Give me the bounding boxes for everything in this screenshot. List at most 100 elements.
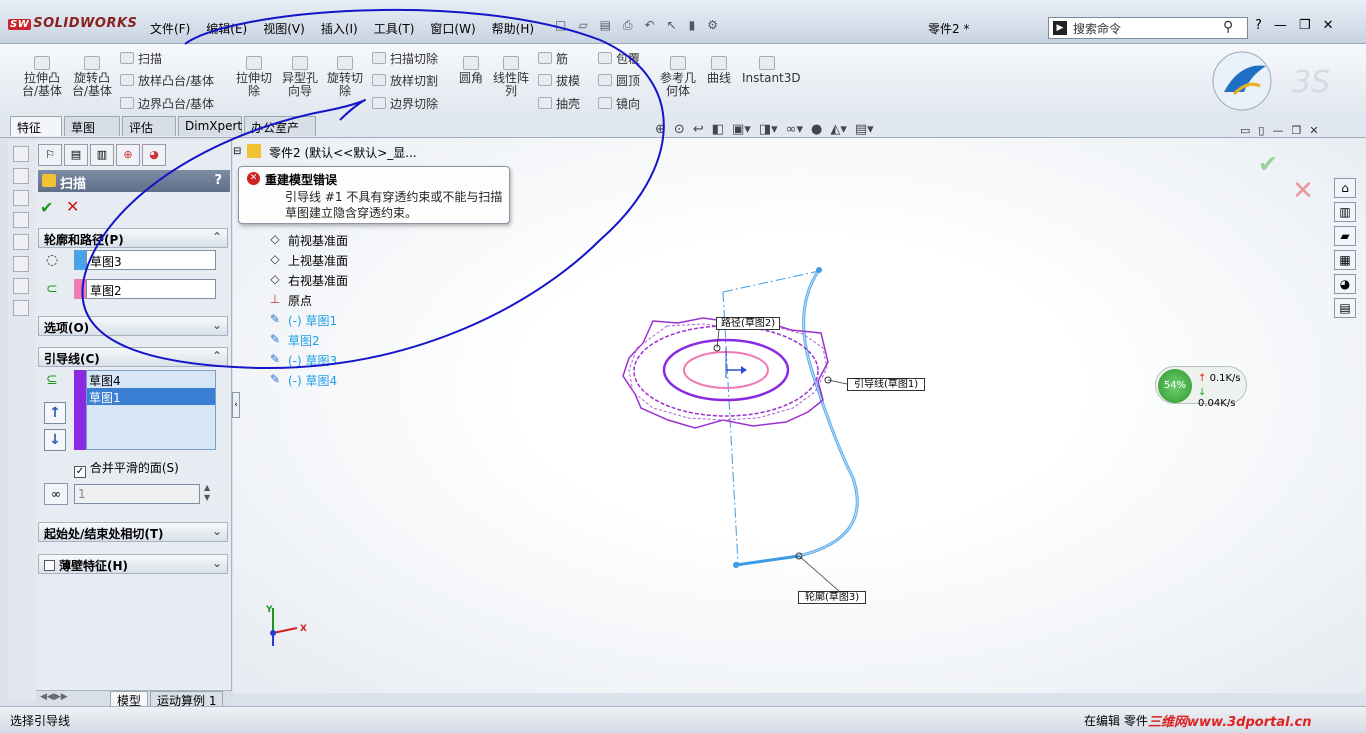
previous-view-icon[interactable]: ↩ xyxy=(693,122,704,137)
appearance-icon[interactable]: ● xyxy=(811,122,822,137)
rib-button[interactable]: 筋 xyxy=(538,50,568,67)
options-icon[interactable]: ⚙ xyxy=(707,18,718,33)
menu-view[interactable]: 视图(V) xyxy=(255,18,313,40)
tree-right-plane[interactable]: 右视基准面 xyxy=(288,272,348,289)
loft-boss-button[interactable]: 放样凸台/基体 xyxy=(120,72,214,89)
guide-callout[interactable]: 引导线(草图1) xyxy=(847,378,926,391)
hole-wizard-button[interactable]: 异型孔 向导 xyxy=(280,56,320,98)
pm-help-button[interactable]: ? xyxy=(214,173,222,188)
tab-dimxpert[interactable]: DimXpert xyxy=(178,116,242,136)
display-manager-tab-icon[interactable]: ◕ xyxy=(142,144,166,166)
section-thin-feature[interactable]: 薄壁特征(H) ⌄ xyxy=(38,554,228,574)
dimxpert-tab-icon[interactable]: ⊕ xyxy=(116,144,140,166)
help-icon[interactable]: ? xyxy=(1255,18,1262,33)
folder-icon[interactable]: ▰ xyxy=(1334,226,1356,246)
tool-icon[interactable] xyxy=(13,212,29,228)
guide-curves-list[interactable]: 草图4 草图1 xyxy=(86,370,216,450)
instant3d-button[interactable]: Instant3D xyxy=(742,56,801,85)
minimize-icon[interactable]: — xyxy=(1274,18,1287,33)
section-guide-curves[interactable]: 引导线(C) ⌃ xyxy=(38,347,228,367)
revolve-cut-button[interactable]: 旋转切 除 xyxy=(325,56,365,98)
collapse-icon[interactable]: ⊟ xyxy=(233,146,241,157)
path-callout[interactable]: 路径(草图2) xyxy=(716,317,781,330)
tool-icon[interactable] xyxy=(13,190,29,206)
draft-button[interactable]: 拔模 xyxy=(538,72,580,89)
section-spin-field[interactable]: 1 xyxy=(74,484,200,504)
save-icon[interactable]: ▤ xyxy=(600,18,611,33)
menu-edit[interactable]: 编辑(E) xyxy=(198,18,255,40)
shell-button[interactable]: 抽壳 xyxy=(538,95,580,112)
tab-scroll-icon[interactable]: ◀◀▶▶ xyxy=(40,692,68,702)
doc-minimize-icon[interactable]: — xyxy=(1272,124,1283,137)
view-settings-icon[interactable]: ▤▾ xyxy=(855,122,874,137)
tree-root[interactable]: 零件2 (默认<<默认>_显... xyxy=(269,144,417,161)
tree-front-plane[interactable]: 前视基准面 xyxy=(288,232,348,249)
section-profile-path[interactable]: 轮廓和路径(P) ⌃ xyxy=(38,228,228,248)
search-input[interactable]: ▶ 搜索命令 ⚲ xyxy=(1048,17,1248,39)
menu-insert[interactable]: 插入(I) xyxy=(313,18,366,40)
extrude-cut-button[interactable]: 拉伸切 除 xyxy=(234,56,274,98)
tree-sketch3[interactable]: (-) 草图3 xyxy=(288,352,337,369)
open-icon[interactable]: ▱ xyxy=(578,18,587,33)
section-start-end-tangency[interactable]: 起始处/结束处相切(T) ⌄ xyxy=(38,522,228,542)
sweep-button[interactable]: 扫描 xyxy=(120,50,162,67)
move-down-button[interactable]: ↓ xyxy=(44,429,66,451)
tool-icon[interactable] xyxy=(13,234,29,250)
undo-icon[interactable]: ↶ xyxy=(645,18,655,33)
doc-restore-icon[interactable]: ❐ xyxy=(1291,124,1301,137)
extrude-boss-button[interactable]: 拉伸凸 台/基体 xyxy=(20,56,64,98)
search-icon[interactable]: ⚲ xyxy=(1223,19,1233,35)
list-item[interactable]: 草图4 xyxy=(87,371,215,388)
path-field[interactable]: 草图2 xyxy=(86,279,216,299)
split-icon[interactable]: ▯ xyxy=(1258,124,1264,137)
scene-icon[interactable]: ◭▾ xyxy=(830,122,847,137)
list-item[interactable]: 草图1 xyxy=(87,388,215,405)
view-palette-icon[interactable]: ▦ xyxy=(1334,250,1356,270)
view-orientation-icon[interactable]: ▣▾ xyxy=(732,122,751,137)
print-icon[interactable]: ⎙ xyxy=(623,18,633,33)
move-up-button[interactable]: ↑ xyxy=(44,402,66,424)
boundary-boss-button[interactable]: 边界凸台/基体 xyxy=(120,95,214,112)
tab-evaluate[interactable]: 评估 xyxy=(122,116,176,136)
new-icon[interactable]: □ xyxy=(555,18,566,33)
fillet-button[interactable]: 圆角 xyxy=(456,56,486,85)
appearances-icon[interactable]: ◕ xyxy=(1334,274,1356,294)
thin-feature-checkbox[interactable] xyxy=(44,560,55,571)
app-logo[interactable]: SW SOLIDWORKS xyxy=(8,16,137,31)
tree-sketch2[interactable]: 草图2 xyxy=(288,332,320,349)
resources-icon[interactable]: ▥ xyxy=(1334,202,1356,222)
tab-features[interactable]: 特征 xyxy=(10,116,62,136)
property-manager-tab-icon[interactable]: ▤ xyxy=(64,144,88,166)
menu-tools[interactable]: 工具(T) xyxy=(366,18,423,40)
confirm-corner-ok-icon[interactable]: ✔ xyxy=(1258,150,1278,178)
ref-geometry-button[interactable]: 参考几 何体 xyxy=(658,56,698,98)
menu-window[interactable]: 窗口(W) xyxy=(422,18,483,40)
tree-sketch4[interactable]: (-) 草图4 xyxy=(288,372,337,389)
cancel-icon[interactable]: ✕ xyxy=(66,197,79,216)
dome-button[interactable]: 圆顶 xyxy=(598,72,640,89)
home-icon[interactable]: ⌂ xyxy=(1334,178,1356,198)
tool-icon[interactable] xyxy=(13,146,29,162)
custom-props-icon[interactable]: ▤ xyxy=(1334,298,1356,318)
display-style-icon[interactable]: ◨▾ xyxy=(759,122,778,137)
rebuild-icon[interactable]: ▮ xyxy=(689,18,696,33)
merge-faces-option[interactable]: ✓ 合并平滑的面(S) xyxy=(74,459,179,478)
show-sections-icon[interactable]: ∞ xyxy=(44,483,68,505)
confirm-corner-cancel-icon[interactable]: ✕ xyxy=(1292,176,1314,206)
hide-show-icon[interactable]: ∞▾ xyxy=(786,122,803,137)
restore-icon[interactable]: ❐ xyxy=(1299,18,1311,33)
tab-sketch[interactable]: 草图 xyxy=(64,116,120,136)
section-view-icon[interactable]: ◧ xyxy=(712,122,724,137)
linear-pattern-button[interactable]: 线性阵 列 xyxy=(492,56,530,98)
tool-icon[interactable] xyxy=(13,168,29,184)
menu-help[interactable]: 帮助(H) xyxy=(484,18,542,40)
tree-top-plane[interactable]: 上视基准面 xyxy=(288,252,348,269)
swept-cut-button[interactable]: 扫描切除 xyxy=(372,50,438,67)
doc-close-icon[interactable]: ✕ xyxy=(1309,124,1318,137)
lofted-cut-button[interactable]: 放样切割 xyxy=(372,72,438,89)
zoom-area-icon[interactable]: ⊙ xyxy=(674,122,685,137)
tool-icon[interactable] xyxy=(13,300,29,316)
config-manager-tab-icon[interactable]: ▥ xyxy=(90,144,114,166)
spin-arrows-icon[interactable]: ▲ ▼ xyxy=(204,483,210,503)
revolve-boss-button[interactable]: 旋转凸 台/基体 xyxy=(70,56,114,98)
